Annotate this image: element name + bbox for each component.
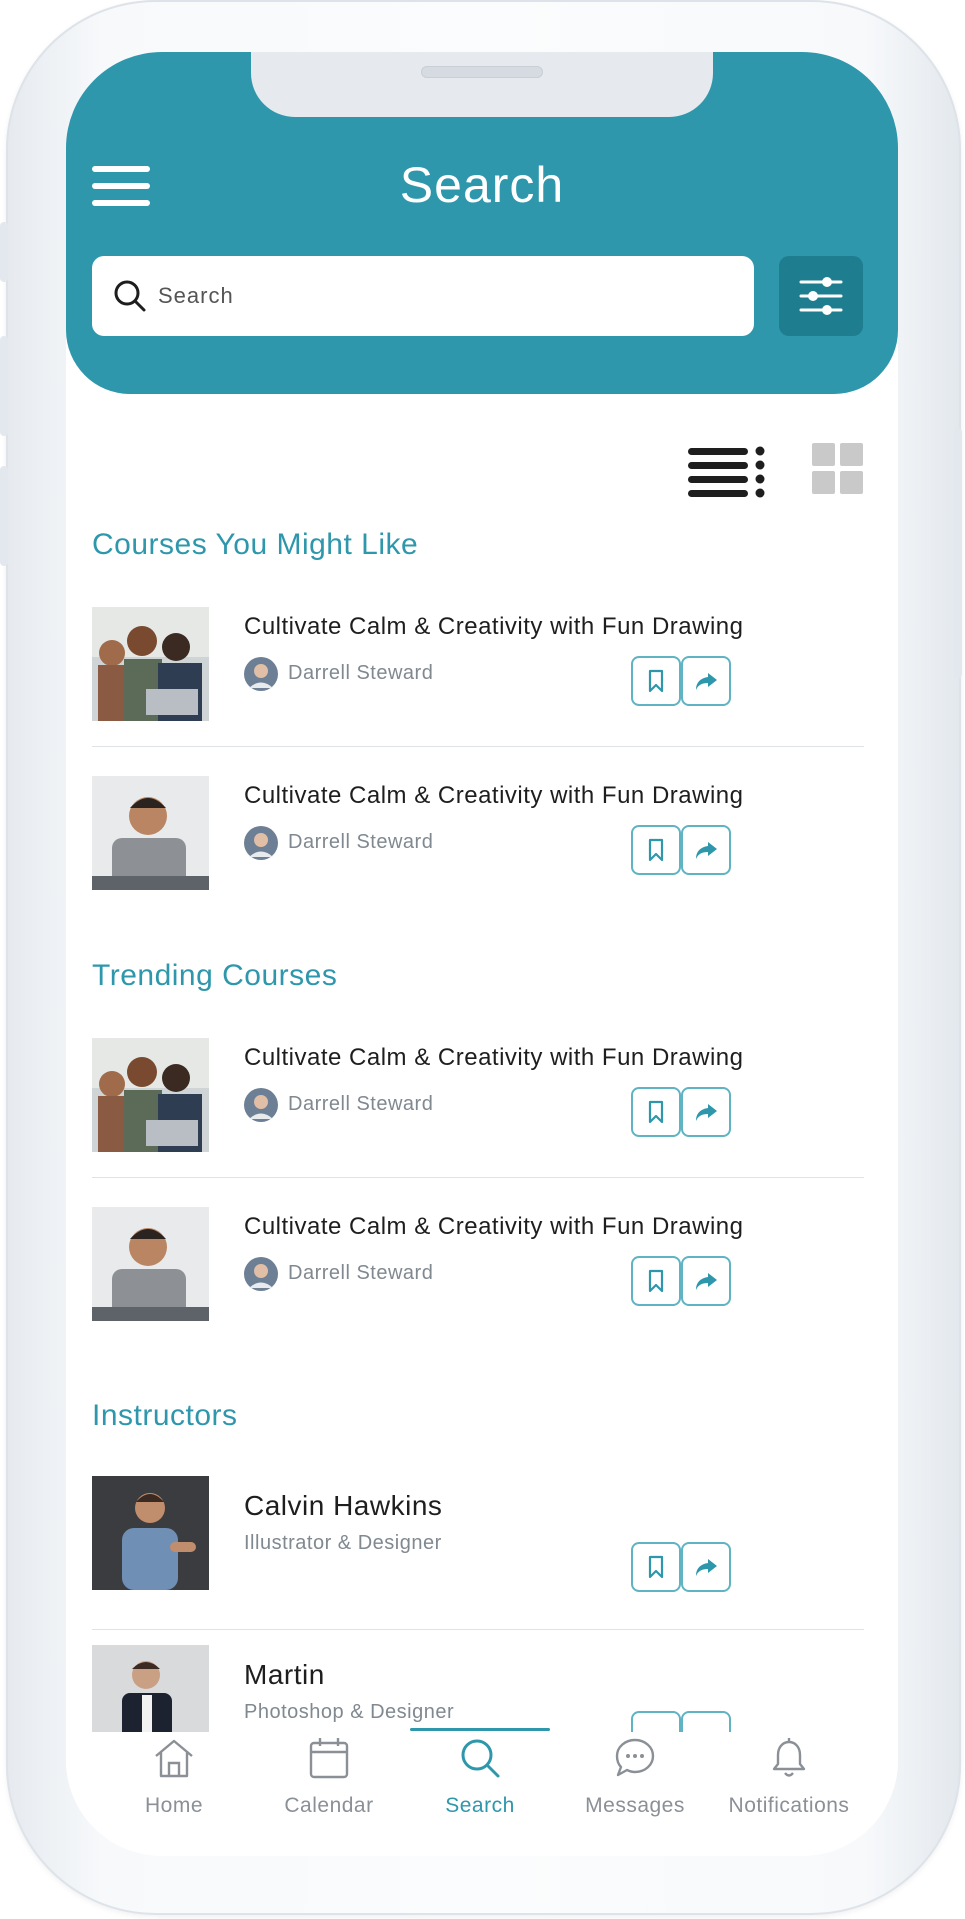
nav-messages[interactable]: Messages [560, 1732, 710, 1832]
course-title[interactable]: Cultivate Calm & Creativity with Fun Dra… [244, 1044, 743, 1072]
grid-view-icon [812, 443, 863, 494]
speaker-grille [421, 66, 543, 78]
share-button[interactable] [681, 1087, 731, 1137]
phone-side-button [0, 336, 8, 436]
nav-label: Home [144, 1794, 204, 1817]
author-avatar [244, 657, 278, 691]
share-arrow-icon [696, 1104, 717, 1121]
course-list-item[interactable]: Cultivate Calm & Creativity with Fun Dra… [92, 607, 864, 747]
author-avatar [244, 826, 278, 860]
phone-side-button [0, 222, 8, 282]
page-title: Search [399, 157, 565, 213]
divider [92, 1629, 864, 1630]
share-arrow-icon [696, 1559, 717, 1576]
nav-notifications[interactable]: Notifications [714, 1732, 864, 1832]
bookmark-icon [648, 1100, 664, 1124]
course-title[interactable]: Cultivate Calm & Creativity with Fun Dra… [244, 782, 743, 810]
course-title[interactable]: Cultivate Calm & Creativity with Fun Dra… [244, 1213, 743, 1241]
nav-label: Search [445, 1794, 515, 1817]
share-button[interactable] [681, 1542, 731, 1592]
search-icon [114, 280, 146, 312]
divider [92, 1177, 864, 1178]
share-button[interactable] [681, 825, 731, 875]
filter-sliders-icon [799, 277, 843, 315]
course-thumbnail [92, 1207, 209, 1321]
instructor-role: Photoshop & Designer [244, 1701, 455, 1723]
grid-view-button[interactable] [812, 443, 864, 495]
nav-label: Notifications [728, 1794, 850, 1817]
share-button[interactable] [681, 656, 731, 706]
divider [92, 746, 864, 747]
phone-notch [251, 52, 713, 117]
nav-calendar[interactable]: Calendar [254, 1732, 404, 1832]
course-author: Darrell Steward [288, 1262, 434, 1284]
bookmark-button[interactable] [631, 1542, 681, 1592]
bookmark-button[interactable] [631, 1256, 681, 1306]
share-button[interactable] [681, 1256, 731, 1306]
section-title-recommended: Courses You Might Like [92, 528, 419, 561]
nav-label: Calendar [284, 1794, 374, 1817]
search-bar[interactable] [92, 256, 754, 336]
phone-side-button [954, 428, 962, 678]
instructor-list-item[interactable]: Calvin Hawkins Illustrator & Designer [92, 1476, 864, 1630]
instructor-name[interactable]: Calvin Hawkins [244, 1490, 442, 1522]
phone-screen: Search Search Courses You Might Like Cul… [66, 52, 898, 1856]
course-author: Darrell Steward [288, 1093, 434, 1115]
section-title-instructors: Instructors [92, 1399, 238, 1432]
nav-home[interactable]: Home [99, 1732, 249, 1832]
instructor-name[interactable]: Martin [244, 1659, 325, 1691]
share-arrow-icon [696, 842, 717, 859]
bookmark-button[interactable] [631, 1087, 681, 1137]
share-arrow-icon [696, 1273, 717, 1290]
search-icon [461, 1739, 500, 1778]
course-author: Darrell Steward [288, 831, 434, 853]
bookmark-icon [648, 1555, 664, 1579]
course-author: Darrell Steward [288, 662, 434, 684]
filter-button[interactable] [779, 256, 863, 336]
course-title[interactable]: Cultivate Calm & Creativity with Fun Dra… [244, 613, 743, 641]
section-title-trending: Trending Courses [92, 959, 338, 992]
course-thumbnail [92, 1038, 209, 1152]
bookmark-icon [648, 669, 664, 693]
nav-search[interactable]: Search [405, 1732, 555, 1832]
header: Search [66, 52, 898, 394]
course-thumbnail [92, 607, 209, 721]
course-list-item[interactable]: Cultivate Calm & Creativity with Fun Dra… [92, 1207, 864, 1347]
calendar-icon [309, 1738, 349, 1779]
bookmark-button[interactable] [631, 825, 681, 875]
author-avatar [244, 1257, 278, 1291]
bookmark-button[interactable] [631, 656, 681, 706]
course-list-item[interactable]: Cultivate Calm & Creativity with Fun Dra… [92, 1038, 864, 1178]
bottom-navigation: Home Calendar Search Messages Notificati… [66, 1732, 898, 1856]
share-arrow-icon [696, 673, 717, 690]
list-view-button[interactable] [688, 443, 768, 499]
list-view-icon [688, 446, 765, 498]
bookmark-icon [648, 1269, 664, 1293]
author-avatar [244, 1088, 278, 1122]
nav-label: Messages [585, 1794, 685, 1817]
bell-icon [772, 1738, 806, 1777]
active-tab-indicator [410, 1728, 550, 1731]
course-thumbnail [92, 776, 209, 890]
messages-icon [615, 1738, 655, 1777]
instructor-photo [92, 1476, 209, 1590]
instructor-role: Illustrator & Designer [244, 1532, 442, 1554]
bookmark-icon [648, 838, 664, 862]
course-list-item[interactable]: Cultivate Calm & Creativity with Fun Dra… [92, 776, 864, 916]
search-input[interactable] [156, 274, 736, 318]
home-icon [155, 1739, 193, 1778]
phone-side-button [0, 466, 8, 566]
